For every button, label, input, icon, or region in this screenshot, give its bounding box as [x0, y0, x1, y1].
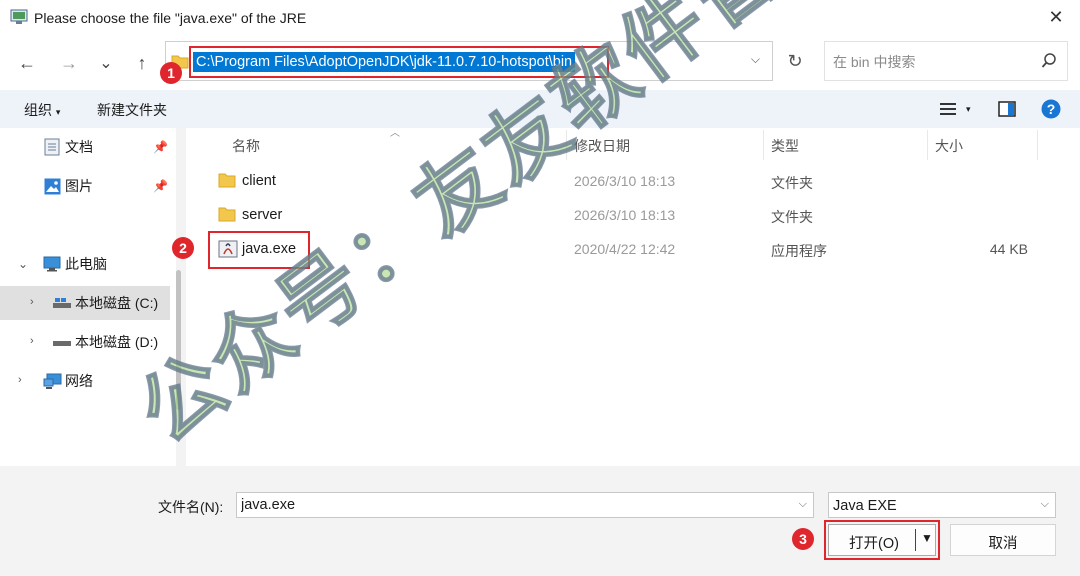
step-badge-1: 1	[160, 62, 182, 84]
column-header-size[interactable]: 大小	[935, 136, 963, 156]
pin-icon: 📌	[153, 179, 168, 193]
file-name: client	[242, 173, 276, 189]
command-bar: 组织 ▾ 新建文件夹 ▾ ?	[0, 90, 1080, 128]
table-row[interactable]: client 2026/3/10 18:13 文件夹	[186, 164, 1080, 198]
sidebar-item-drive-d[interactable]: › 本地磁盘 (D:)	[0, 325, 170, 359]
title-bar: Please choose the file "java.exe" of the…	[0, 0, 1080, 36]
column-header-modified[interactable]: 修改日期	[574, 136, 630, 156]
table-row[interactable]: java.exe 2020/4/22 12:42 应用程序 44 KB	[186, 232, 1080, 266]
column-divider[interactable]	[1037, 130, 1038, 160]
view-options-chevron-icon[interactable]: ▾	[966, 104, 971, 115]
sidebar-item-this-pc[interactable]: ⌄ 此电脑	[0, 247, 170, 281]
drive-icon	[53, 298, 71, 308]
organize-label: 组织	[24, 102, 52, 118]
chevron-right-icon[interactable]: ›	[30, 296, 34, 308]
file-type: 应用程序	[771, 243, 827, 259]
organize-menu[interactable]: 组织 ▾	[24, 100, 60, 120]
column-header-name[interactable]: 名称	[232, 136, 260, 156]
chevron-right-icon[interactable]: ›	[18, 374, 22, 386]
file-name: server	[242, 207, 283, 223]
sidebar-item-label: 网络	[65, 373, 93, 389]
dialog-footer: 文件名(N): ⌵ Java EXE ⌵ 打开(O) ▼ 3 取消	[0, 466, 1080, 576]
folder-icon	[218, 173, 236, 188]
filename-field[interactable]: ⌵	[236, 492, 814, 518]
file-type: 文件夹	[771, 175, 813, 191]
app-icon	[10, 9, 28, 24]
column-header-type[interactable]: 类型	[771, 136, 799, 156]
view-list-icon[interactable]	[940, 102, 958, 116]
search-icon[interactable]	[1041, 53, 1057, 69]
sort-ascending-icon: ︿	[390, 128, 400, 139]
highlight-box-address	[189, 46, 609, 78]
navigation-scrollbar[interactable]	[176, 270, 181, 410]
cancel-button[interactable]: 取消	[950, 524, 1056, 556]
filetype-select[interactable]: Java EXE ⌵	[828, 492, 1056, 518]
back-icon[interactable]: ←	[14, 50, 40, 76]
pictures-icon	[44, 178, 61, 194]
pin-icon: 📌	[153, 140, 168, 154]
document-icon	[44, 138, 60, 156]
forward-icon[interactable]: →	[56, 50, 82, 76]
sidebar-item-network[interactable]: › 网络	[0, 364, 170, 398]
search-box[interactable]	[824, 41, 1068, 81]
chevron-down-icon[interactable]: ⌵	[799, 498, 807, 511]
file-modified: 2020/4/22 12:42	[574, 241, 676, 257]
filetype-value: Java EXE	[833, 498, 897, 514]
filename-label: 文件名(N):	[158, 499, 224, 515]
preview-pane-icon[interactable]	[998, 101, 1016, 117]
file-type: 文件夹	[771, 209, 813, 225]
close-icon[interactable]: ✕	[1046, 7, 1066, 27]
address-bar[interactable]: C:\Program Files\AdoptOpenJDK\jdk-11.0.7…	[165, 41, 773, 81]
help-icon[interactable]: ?	[1041, 99, 1061, 119]
chevron-down-icon: ⌵	[1040, 498, 1049, 510]
chevron-down-icon[interactable]: ⌵	[751, 52, 760, 67]
navigation-bar: ← → ⌄ ↑ C:\Program Files\AdoptOpenJDK\jd…	[0, 36, 1080, 90]
sidebar-item-drive-c[interactable]: › 本地磁盘 (C:)	[0, 286, 170, 320]
sidebar-item-label: 文档	[65, 139, 93, 155]
drive-icon	[53, 341, 71, 346]
cancel-button-label: 取消	[988, 536, 1018, 552]
refresh-icon[interactable]: ↻	[782, 46, 808, 76]
new-folder-button[interactable]: 新建文件夹	[97, 100, 167, 120]
caret-down-icon: ▾	[55, 107, 61, 117]
navigation-pane: 文档 📌 图片 📌 ⌄ 此电脑 › 本地磁盘 (C:) › 本地磁盘 (D:)	[0, 128, 176, 466]
file-modified: 2026/3/10 18:13	[574, 173, 676, 189]
sidebar-item-pictures[interactable]: 图片 📌	[0, 169, 170, 203]
highlight-box-file	[208, 231, 310, 269]
chevron-right-icon[interactable]: ›	[30, 335, 34, 347]
filename-input[interactable]	[241, 496, 781, 514]
step-badge-3: 3	[792, 528, 814, 550]
sidebar-item-label: 本地磁盘 (C:)	[75, 295, 159, 311]
window-title: Please choose the file "java.exe" of the…	[34, 10, 307, 26]
file-list: ︿ 名称 修改日期 类型 大小 client 2026/3/10 18:13 文…	[186, 128, 1080, 466]
column-divider[interactable]	[763, 130, 764, 160]
table-row[interactable]: server 2026/3/10 18:13 文件夹	[186, 198, 1080, 232]
recent-locations-icon[interactable]: ⌄	[93, 50, 119, 76]
up-icon[interactable]: ↑	[129, 50, 155, 76]
highlight-box-open	[824, 520, 940, 560]
sidebar-item-label: 图片	[65, 178, 93, 194]
folder-icon	[218, 207, 236, 222]
sidebar-item-documents[interactable]: 文档 📌	[0, 130, 170, 164]
sidebar-item-label: 此电脑	[65, 256, 107, 272]
column-divider[interactable]	[566, 130, 567, 160]
file-size: 44 KB	[989, 241, 1028, 257]
sidebar-item-label: 本地磁盘 (D:)	[75, 334, 159, 350]
step-badge-2: 2	[172, 237, 194, 259]
computer-icon	[43, 256, 61, 272]
svg-text:?: ?	[1047, 101, 1056, 117]
network-icon	[43, 373, 62, 389]
file-modified: 2026/3/10 18:13	[574, 207, 676, 223]
search-input[interactable]	[833, 50, 1033, 74]
chevron-down-icon[interactable]: ⌄	[18, 257, 28, 271]
column-divider[interactable]	[927, 130, 928, 160]
